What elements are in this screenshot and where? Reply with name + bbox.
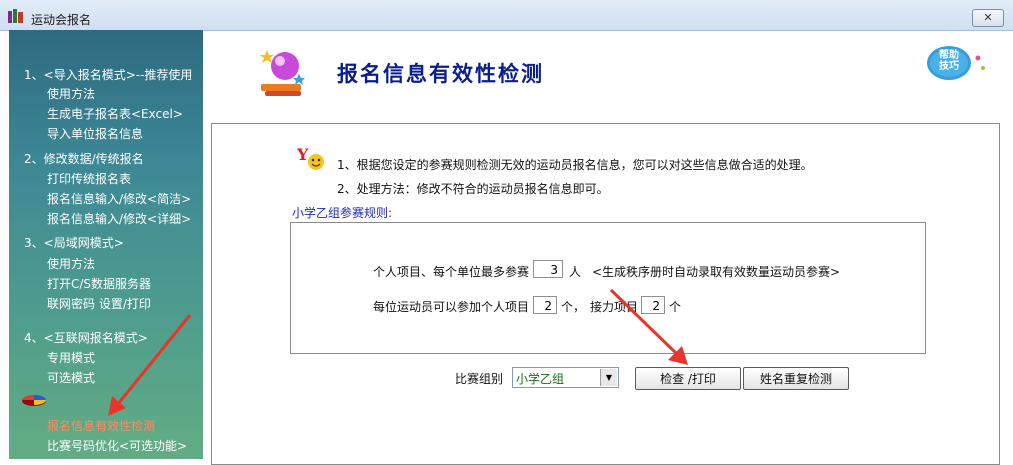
sidebar-item-print-form[interactable]: 打印传统报名表 [47,170,131,187]
sidebar-item-internet-mode[interactable]: 4、<互联网报名模式> [24,329,148,346]
help-label[interactable]: 帮助技巧 [935,50,963,72]
sidebar-item-dedicated-mode[interactable]: 专用模式 [47,349,95,366]
sidebar-item-generate-excel[interactable]: 生成电子报名表<Excel> [47,105,183,122]
max-participants-input[interactable]: 3 [533,260,563,278]
info-line-2: 2、处理方法：修改不符合的运动员报名信息即可。 [337,182,609,196]
sidebar-item-network-password[interactable]: 联网密码 设置/打印 [47,295,151,312]
group-label: 比赛组别 [455,372,504,386]
rules-box [290,222,926,354]
sidebar-item-number-optimize[interactable]: 比赛号码优化<可选功能> [47,437,187,454]
duplicate-name-check-button[interactable]: 姓名重复检测 [743,367,849,390]
rule-individual-events-unit: 个， [561,300,586,314]
info-line-1: 1、根据您设定的参赛规则检测无效的运动员报名信息，您可以对这些信息做合适的处理。 [337,158,813,172]
sidebar-item-modify-data[interactable]: 2、修改数据/传统报名 [24,150,144,167]
sidebar-item-input-simple[interactable]: 报名信息输入/修改<简洁> [47,190,191,207]
rule-relay-events-label: 接力项目 [590,300,639,314]
svg-text:Y: Y [297,146,309,164]
rule-max-participants-note: <生成秩序册时自动录取有效数量运动员参赛> [592,265,841,279]
rule-max-participants-unit: 人 [569,265,582,279]
rule-relay-events-unit: 个 [669,300,682,314]
group-select-value: 小学乙组 [516,372,565,386]
sidebar: 1、<导入报名模式>--推荐使用 使用方法 生成电子报名表<Excel> 导入单… [9,30,203,459]
page-title: 报名信息有效性检测 [337,61,544,86]
sidebar-item-lan-mode[interactable]: 3、<局域网模式> [24,234,124,251]
sidebar-item-import-unit[interactable]: 导入单位报名信息 [47,125,143,142]
sidebar-item-import-mode[interactable]: 1、<导入报名模式>--推荐使用 [24,66,192,83]
rule-individual-events-label: 每位运动员可以参加个人项目 [373,300,530,314]
relay-events-input[interactable]: 2 [641,296,665,314]
close-button[interactable]: ✕ [972,9,1004,27]
sidebar-item-open-server[interactable]: 打开C/S数据服务器 [47,275,151,292]
pie-chart-icon [22,395,46,406]
sidebar-item-optional-mode[interactable]: 可选模式 [47,369,95,386]
window-titlebar: 运动会报名 ✕ [0,0,1013,31]
sidebar-item-input-detailed[interactable]: 报名信息输入/修改<详细> [47,210,191,227]
check-print-button[interactable]: 检查 /打印 [635,367,741,390]
rule-max-participants-label: 个人项目、每个单位最多参赛 [373,265,530,279]
rules-title: 小学乙组参赛规则: [292,206,393,220]
sidebar-item-lan-usage[interactable]: 使用方法 [47,255,95,272]
group-select[interactable]: 小学乙组 ▼ [512,367,619,388]
smiley-y-icon: Y [297,146,324,170]
sidebar-item-validity-check[interactable]: 报名信息有效性检测 [47,417,155,434]
app-icon [8,9,23,23]
crystal-ball-logo [260,50,305,96]
individual-events-input[interactable]: 2 [533,296,557,314]
window-title: 运动会报名 [31,13,92,27]
chevron-down-icon[interactable]: ▼ [600,369,617,386]
sidebar-item-import-usage[interactable]: 使用方法 [47,85,95,102]
